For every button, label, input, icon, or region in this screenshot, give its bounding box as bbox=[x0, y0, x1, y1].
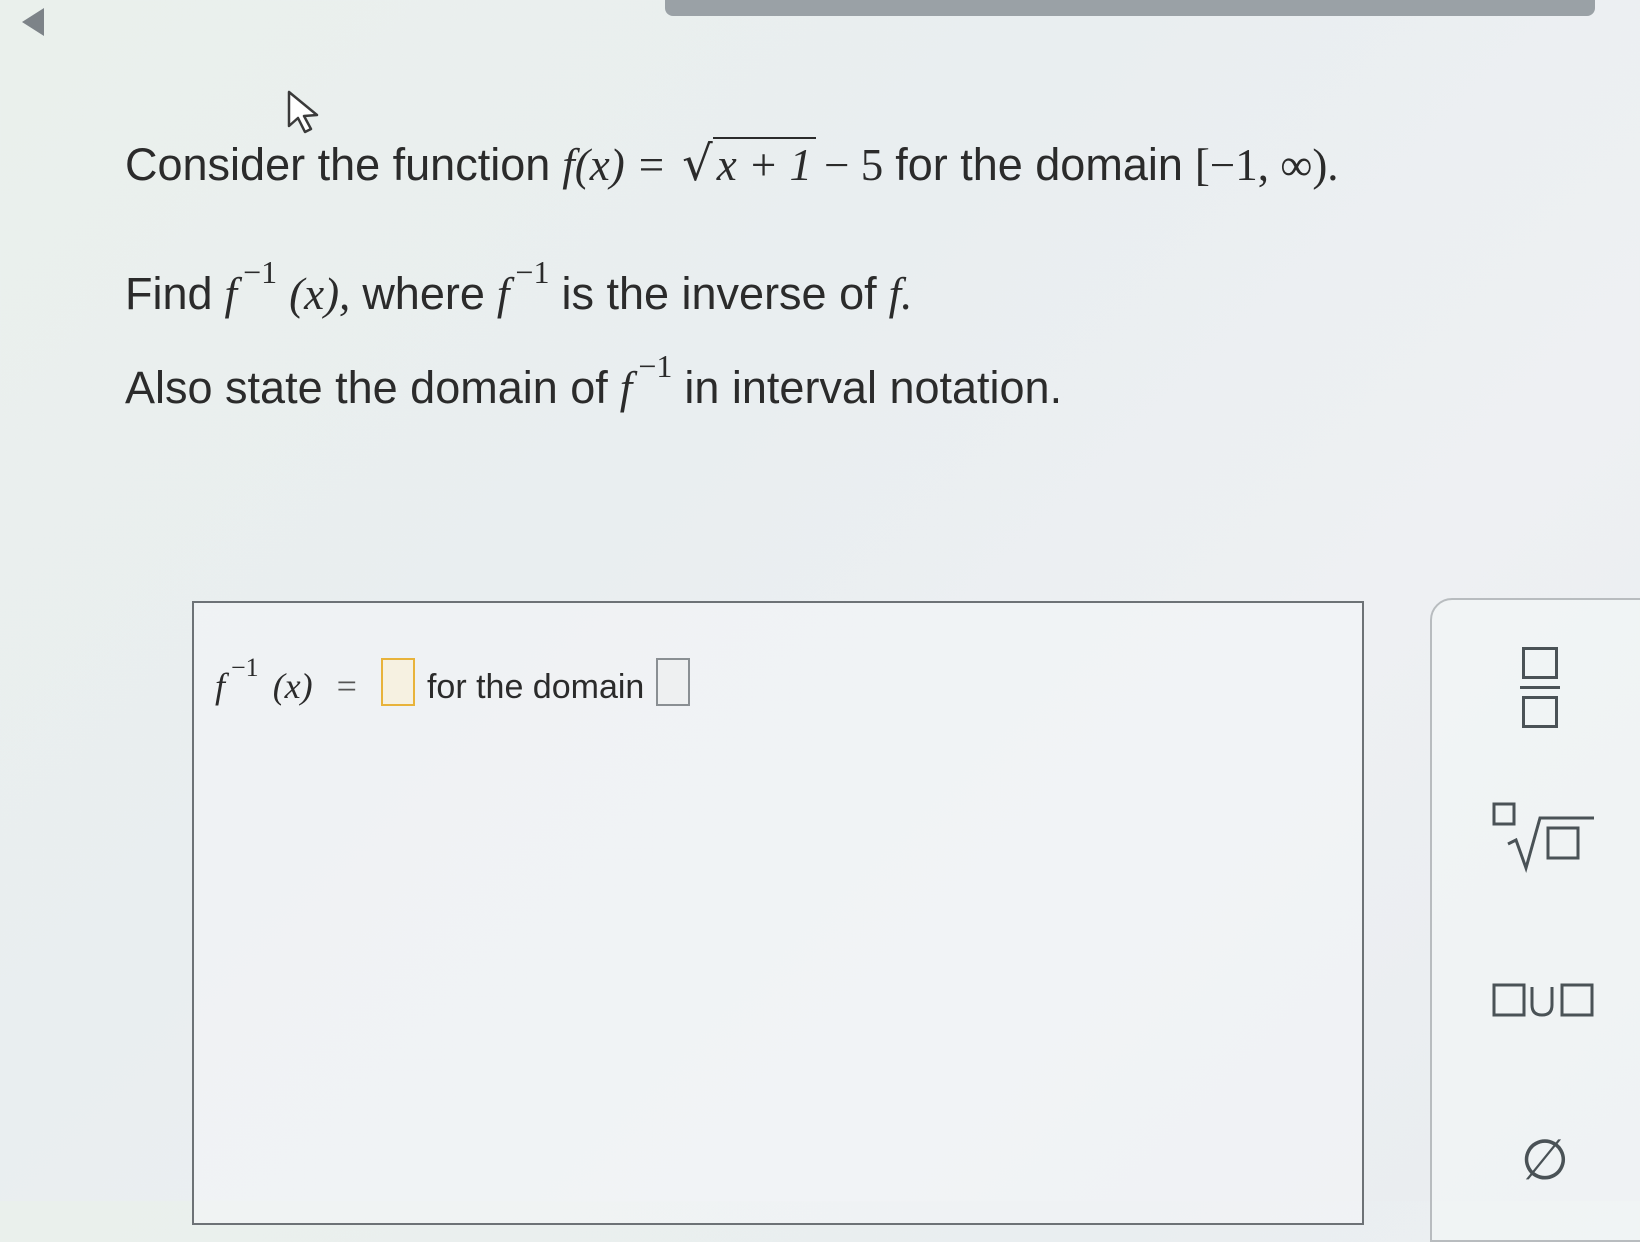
equals-sign: = bbox=[638, 140, 665, 190]
inverse-argument: (x) bbox=[272, 666, 313, 706]
inverse-exponent: −1 bbox=[243, 254, 278, 290]
empty-set-icon: ∅ bbox=[1520, 1127, 1570, 1193]
fraction-bar-icon bbox=[1520, 686, 1560, 689]
inverse-exponent: −1 bbox=[231, 653, 259, 682]
domain-instruction-text: Also state the domain of bbox=[125, 362, 608, 413]
problem-statement-line3: Also state the domain of f −1 in interva… bbox=[125, 348, 1063, 414]
function-argument: (x) bbox=[574, 140, 625, 190]
inverse-function-symbol: f bbox=[619, 363, 633, 413]
problem-statement-line2: Find f −1 (x), where f −1 is the inverse… bbox=[125, 254, 913, 320]
answer-expression: f −1 (x) = for the domain bbox=[215, 650, 691, 707]
equals-sign: = bbox=[336, 666, 357, 706]
empty-set-button[interactable]: ∅ bbox=[1510, 1125, 1580, 1195]
inverse-function-symbol: f bbox=[496, 269, 510, 319]
radical-sign-icon: √ bbox=[682, 136, 713, 192]
union-icon bbox=[1492, 983, 1594, 1017]
domain-label: for the domain bbox=[895, 139, 1183, 190]
numerator-box-icon bbox=[1522, 647, 1558, 679]
find-text: Find bbox=[125, 268, 213, 319]
nth-root-button[interactable] bbox=[1490, 800, 1600, 875]
union-button[interactable] bbox=[1490, 975, 1600, 1025]
inverse-argument: (x), bbox=[289, 269, 351, 319]
inverse-function-symbol: f bbox=[215, 666, 226, 706]
radicand: x + 1 bbox=[712, 137, 817, 191]
constant-term: − 5 bbox=[824, 140, 884, 190]
where-text: where bbox=[362, 268, 485, 319]
fraction-button[interactable] bbox=[1510, 640, 1570, 735]
answer-domain-label: for the domain bbox=[426, 668, 645, 706]
back-arrow-icon[interactable] bbox=[22, 8, 44, 36]
problem-statement-line1: Consider the function f (x) = √ x + 1 − … bbox=[125, 135, 1339, 192]
inverse-exponent: −1 bbox=[638, 348, 673, 384]
problem-text: Consider the function bbox=[125, 139, 551, 190]
square-root-expression: √ x + 1 bbox=[682, 135, 817, 192]
domain-input[interactable] bbox=[656, 658, 691, 706]
denominator-box-icon bbox=[1522, 696, 1558, 728]
function-symbol: f bbox=[562, 140, 575, 190]
top-tab-bar bbox=[665, 0, 1595, 16]
function-symbol: f. bbox=[888, 269, 913, 319]
given-domain-interval: [−1, ∞). bbox=[1194, 140, 1339, 190]
inverse-description-text: is the inverse of bbox=[561, 268, 877, 319]
inverse-function-input[interactable] bbox=[380, 658, 415, 706]
mouse-cursor-icon bbox=[287, 90, 319, 134]
nth-root-icon bbox=[1492, 802, 1594, 873]
inverse-exponent: −1 bbox=[515, 254, 550, 290]
interval-notation-text: in interval notation. bbox=[684, 362, 1063, 413]
inverse-function-symbol: f bbox=[224, 269, 238, 319]
